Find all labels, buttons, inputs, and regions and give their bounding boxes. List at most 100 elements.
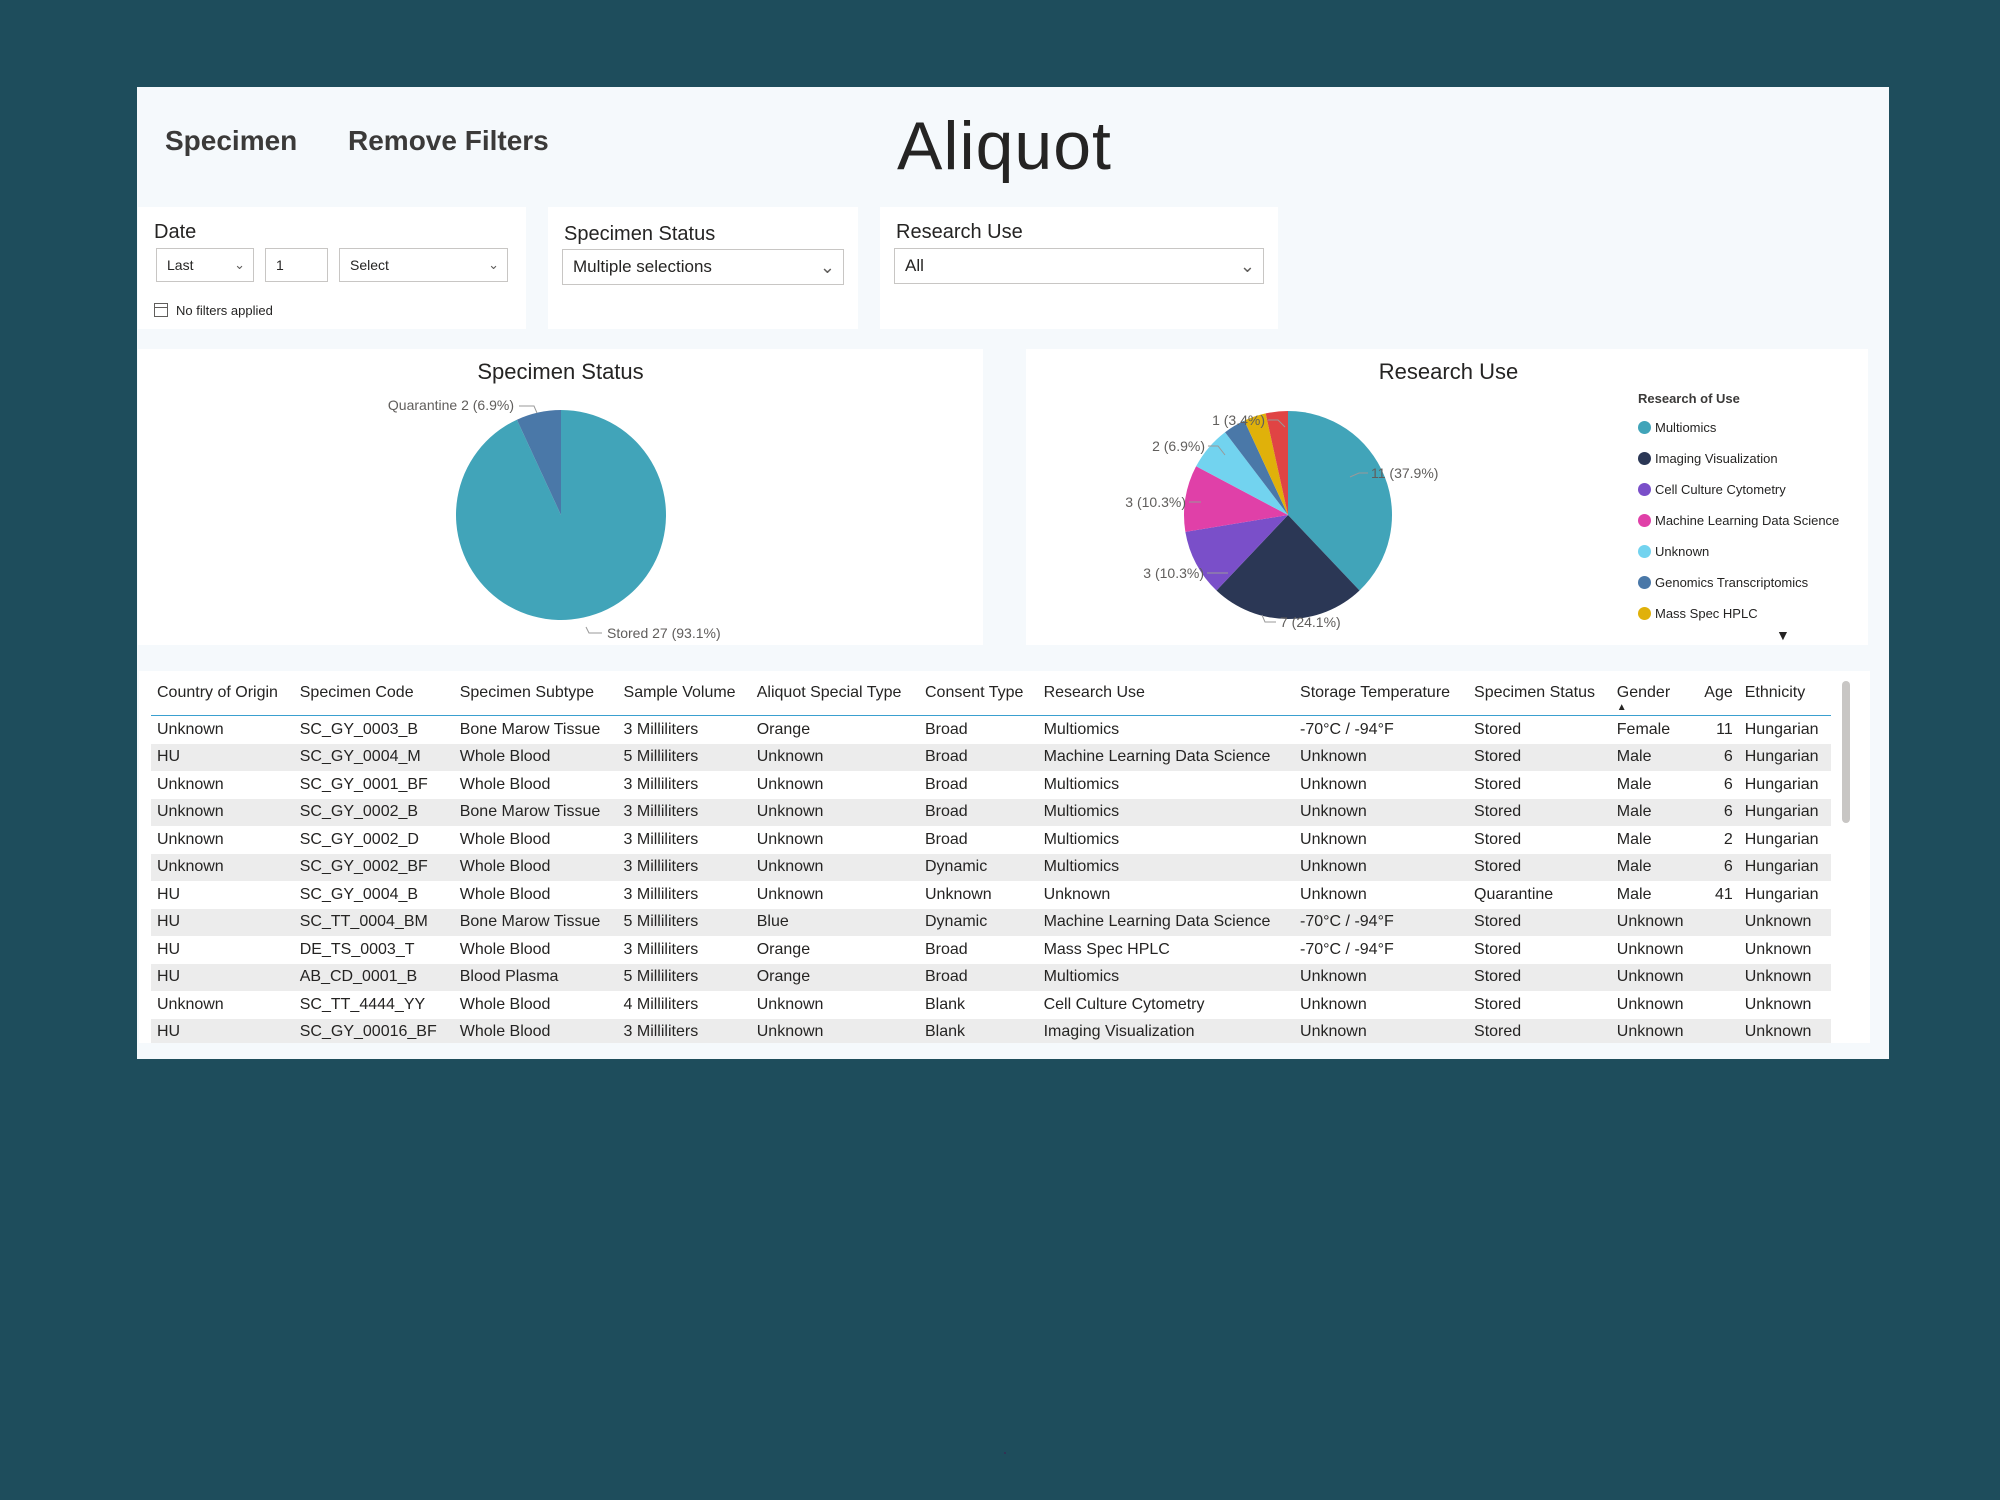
remove-filters-button[interactable]: Remove Filters bbox=[348, 125, 549, 157]
legend-item[interactable]: Cell Culture Cytometry bbox=[1638, 482, 1839, 513]
date-count-input[interactable]: 1 bbox=[265, 248, 328, 282]
table-cell: Blank bbox=[918, 1018, 1038, 1043]
table-cell: 6 bbox=[1695, 798, 1739, 826]
table-row[interactable]: HU SC_GY_0004_M Whole Blood 5 Milliliters Un… bbox=[151, 743, 1831, 771]
column-header-gender[interactable]: Gender ▲ bbox=[1610, 671, 1696, 716]
legend-label: Mass Spec HPLC bbox=[1655, 606, 1758, 621]
date-filter-status-text: No filters applied bbox=[176, 303, 273, 318]
column-header-ethnicity[interactable]: Ethnicity bbox=[1738, 671, 1831, 716]
table-row[interactable]: Unknown SC_GY_0002_D Whole Blood 3 Millilit… bbox=[151, 826, 1831, 854]
specimen-status-dropdown[interactable]: Multiple selections ⌄ bbox=[562, 249, 844, 285]
legend-item[interactable]: Genomics Transcriptomics bbox=[1638, 575, 1839, 606]
table-cell bbox=[1695, 936, 1738, 964]
table-cell: Unknown bbox=[1294, 963, 1469, 991]
table-cell: Unknown bbox=[157, 720, 224, 738]
table-cell: Unknown bbox=[157, 995, 224, 1013]
table-cell: Blood Plasma bbox=[453, 963, 618, 991]
table-row[interactable]: Unknown SC_TT_4444_YY Whole Blood 4 Millili… bbox=[151, 991, 1831, 1019]
column-header-sample-volume[interactable]: Sample Volume bbox=[617, 671, 751, 716]
triangle-down-icon[interactable]: ▼ bbox=[1776, 627, 1790, 643]
date-unit-dropdown[interactable]: Select ⌄ bbox=[339, 248, 508, 282]
column-header-specimen-code[interactable]: Specimen Code bbox=[293, 671, 454, 716]
table-row[interactable]: Unknown SC_GY_0002_BF Whole Blood 3 Millili… bbox=[151, 853, 1831, 881]
date-count-value: 1 bbox=[276, 257, 284, 273]
table-cell: Unknown bbox=[756, 830, 824, 848]
column-header-specimen-status[interactable]: Specimen Status bbox=[1468, 671, 1611, 716]
table-cell: Male bbox=[1616, 775, 1652, 793]
column-header-specimen-subtype[interactable]: Specimen Subtype bbox=[453, 671, 618, 716]
table-cell: SC_GY_0004_B bbox=[299, 885, 419, 903]
table-cell: HU bbox=[151, 963, 294, 991]
table-cell bbox=[1695, 1018, 1739, 1043]
table-row[interactable]: HU SC_GY_00016_BF Whole Blood 3 Milliliters… bbox=[151, 1018, 1831, 1043]
quarantine-leader-line bbox=[519, 405, 538, 414]
table-row[interactable]: HU SC_TT_0004_BM Bone Marow Tissue 5 Millil… bbox=[151, 908, 1831, 936]
column-header-country-of-origin[interactable]: Country of Origin bbox=[151, 671, 294, 716]
date-period-value: Last bbox=[167, 257, 194, 273]
table-cell: 3 Milliliters bbox=[623, 830, 699, 848]
legend-item[interactable]: Machine Learning Data Science bbox=[1638, 513, 1839, 544]
table-cell: Cell Culture Cytometry bbox=[1043, 995, 1205, 1013]
research-use-dropdown[interactable]: All ⌄ bbox=[894, 248, 1264, 284]
table-cell: Unknown bbox=[750, 1018, 919, 1043]
legend-item[interactable]: Multiomics bbox=[1638, 420, 1839, 451]
table-cell: Male bbox=[1610, 853, 1696, 881]
table-cell: Broad bbox=[924, 830, 968, 848]
table-cell: Whole Blood bbox=[453, 743, 618, 771]
table-cell: Orange bbox=[756, 720, 811, 738]
table-cell: Blank bbox=[924, 995, 966, 1013]
table-row[interactable]: Unknown SC_GY_0003_B Bone Marow Tissue 3 Mi… bbox=[151, 716, 1831, 744]
table-cell: Unknown bbox=[1610, 963, 1696, 991]
table-cell: 3 Milliliters bbox=[623, 885, 699, 903]
table-cell: Male bbox=[1610, 743, 1696, 771]
table-cell: 2 bbox=[1723, 830, 1733, 848]
table-cell: Stored bbox=[1474, 995, 1522, 1013]
legend-item[interactable]: Unknown bbox=[1638, 544, 1839, 575]
table-row[interactable]: HU AB_CD_0001_B Blood Plasma 5 Milliliters O… bbox=[151, 963, 1831, 991]
legend-label: Machine Learning Data Science bbox=[1655, 513, 1840, 528]
table-cell: Machine Learning Data Science bbox=[1037, 743, 1295, 771]
specimen-status-slicer: Specimen Status Multiple selections ⌄ bbox=[548, 207, 858, 329]
legend-label: Genomics Transcriptomics bbox=[1655, 575, 1809, 590]
table-cell: -70°C / -94°F bbox=[1294, 908, 1469, 936]
table-cell: Unknown bbox=[151, 798, 294, 826]
date-filter-status: No filters applied bbox=[154, 303, 273, 318]
table-cell: -70°C / -94°F bbox=[1300, 940, 1394, 958]
table-cell: Unknown bbox=[1616, 995, 1684, 1013]
column-header-aliquot-special-type[interactable]: Aliquot Special Type bbox=[750, 671, 919, 716]
legend-label: Multiomics bbox=[1655, 420, 1717, 435]
table-cell: Machine Learning Data Science bbox=[1037, 908, 1295, 936]
table-cell: Dynamic bbox=[918, 908, 1038, 936]
table-cell: 3 Milliliters bbox=[617, 853, 751, 881]
table-cell: Broad bbox=[924, 775, 968, 793]
table-cell: DE_TS_0003_T bbox=[299, 940, 415, 958]
date-period-dropdown[interactable]: Last ⌄ bbox=[156, 248, 254, 282]
table-row[interactable]: Unknown SC_GY_0002_B Bone Marow Tissue 3 Mi… bbox=[151, 798, 1831, 826]
specimen-status-pie-svg: Quarantine 2 (6.9%) Stored 27 (93.1%) bbox=[388, 397, 721, 641]
date-slicer-title: Date bbox=[154, 221, 197, 243]
table-cell: Unknown bbox=[1738, 1018, 1831, 1043]
table-row[interactable]: HU SC_GY_0004_B Whole Blood 3 Milliliters Un… bbox=[151, 881, 1831, 909]
stored-leader-line bbox=[585, 626, 602, 634]
column-header-research-use[interactable]: Research Use bbox=[1037, 671, 1295, 716]
specimen-nav-button[interactable]: Specimen bbox=[165, 125, 297, 157]
legend-item[interactable]: Mass Spec HPLC bbox=[1638, 606, 1839, 637]
table-cell: Female bbox=[1616, 720, 1671, 738]
aliquot-table: Country of Origin Specimen Code Specimen S… bbox=[139, 671, 1870, 1043]
column-header-consent-type[interactable]: Consent Type bbox=[918, 671, 1038, 716]
date-unit-placeholder: Select bbox=[350, 257, 389, 273]
table-cell: Stored bbox=[1474, 720, 1522, 738]
legend-item[interactable]: Imaging Visualization bbox=[1638, 451, 1839, 482]
table-row[interactable]: HU DE_TS_0003_T Whole Blood 3 Milliliters Or… bbox=[151, 936, 1831, 964]
table-cell: Stored bbox=[1468, 1018, 1611, 1043]
table-scrollbar[interactable] bbox=[1842, 681, 1850, 823]
table-cell: Whole Blood bbox=[459, 830, 551, 848]
column-header-age[interactable]: Age bbox=[1695, 671, 1739, 716]
table-cell: Imaging Visualization bbox=[1037, 1018, 1295, 1043]
table-cell: Stored bbox=[1468, 798, 1611, 826]
legend-swatch bbox=[1638, 514, 1651, 527]
table-row[interactable]: Unknown SC_GY_0001_BF Whole Blood 3 Millili… bbox=[151, 771, 1831, 799]
column-header-storage-temperature[interactable]: Storage Temperature bbox=[1294, 671, 1469, 716]
calendar-icon bbox=[154, 303, 168, 317]
table-cell: Unknown bbox=[1744, 995, 1812, 1013]
